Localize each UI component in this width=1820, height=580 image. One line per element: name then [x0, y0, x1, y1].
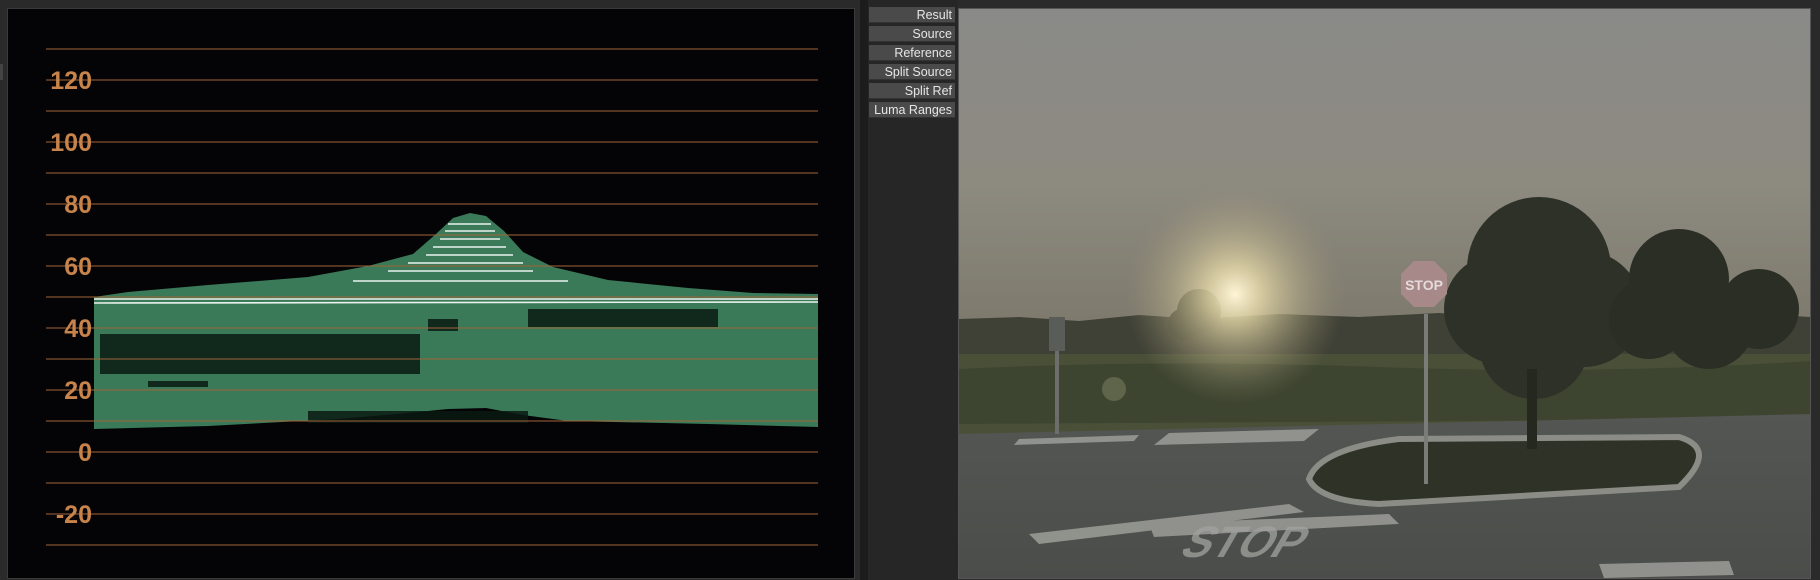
scale-label-40: 40 — [64, 315, 92, 343]
scale-label-60: 60 — [64, 253, 92, 281]
image-viewer[interactable]: STOP STOP — [958, 8, 1811, 579]
scale-label-minus-20: -20 — [56, 501, 92, 529]
reference-button[interactable]: Reference — [869, 45, 955, 61]
panel-edge-marker — [0, 64, 3, 80]
scale-label-80: 80 — [64, 191, 92, 219]
split-ref-button[interactable]: Split Ref — [869, 83, 955, 99]
source-button[interactable]: Source — [869, 26, 955, 42]
shrubs — [959, 361, 1810, 424]
scale-label-100: 100 — [50, 129, 92, 157]
panel-divider[interactable] — [860, 0, 868, 580]
result-button[interactable]: Result — [869, 7, 955, 23]
lens-flare — [1102, 377, 1126, 401]
stop-sign-text: STOP — [1405, 277, 1443, 293]
split-source-button[interactable]: Split Source — [869, 64, 955, 80]
sign-back — [1049, 317, 1065, 351]
viewer-image: STOP STOP — [959, 9, 1810, 578]
graticule-lines — [46, 48, 818, 546]
waveform-graph: 120 100 80 60 40 20 0 -20 — [46, 48, 819, 546]
scale-label-0: 0 — [78, 439, 92, 467]
luma-ranges-button[interactable]: Luma Ranges — [869, 102, 955, 118]
scale-label-20: 20 — [64, 377, 92, 405]
waveform-panel: 120 100 80 60 40 20 0 -20 — [7, 8, 855, 579]
sun-glare — [1125, 184, 1345, 404]
scale-label-120: 120 — [50, 67, 92, 95]
